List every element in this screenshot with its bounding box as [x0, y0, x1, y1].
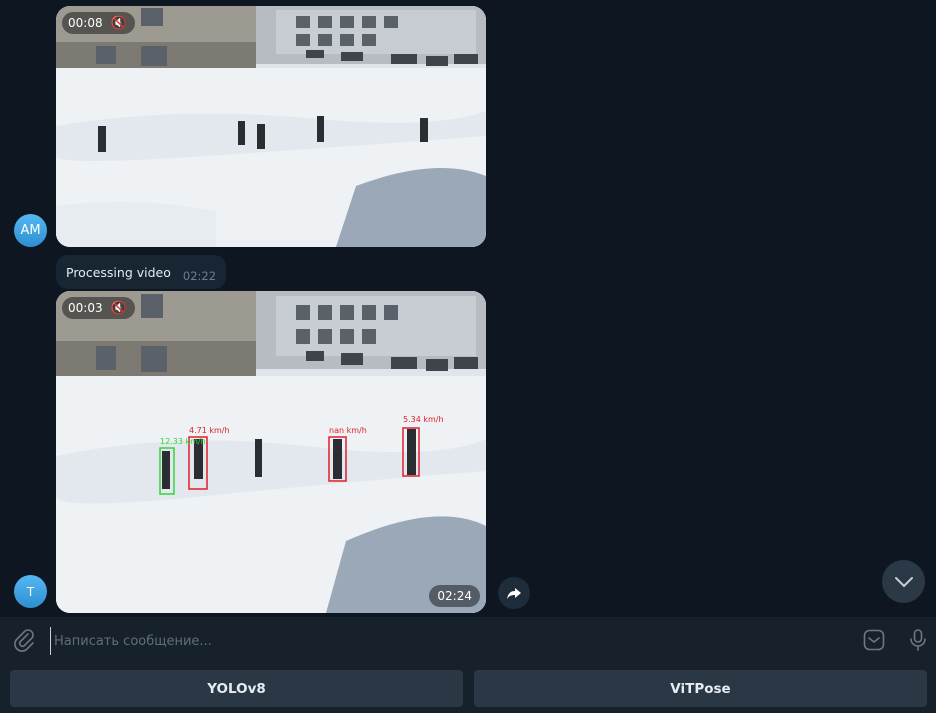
scroll-down-button[interactable] — [882, 560, 925, 603]
share-arrow-icon — [507, 588, 521, 599]
detection-label-green: 12.33 km/h — [160, 437, 206, 446]
detection-label: 5.34 km/h — [403, 415, 444, 424]
message-input[interactable] — [50, 627, 846, 655]
share-button[interactable] — [498, 577, 530, 609]
video-frame-processed: 12.33 km/h 4.71 km/h nan km/h 5.34 km/h — [56, 291, 486, 613]
paperclip-icon[interactable] — [12, 628, 36, 652]
video-message-processed[interactable]: 12.33 km/h 4.71 km/h nan km/h 5.34 km/h … — [56, 291, 486, 613]
message-time: 02:22 — [182, 269, 217, 283]
speaker-muted-icon[interactable]: 🔇 — [111, 16, 127, 31]
video-message-original[interactable]: 00:08 🔇 — [56, 6, 486, 247]
speaker-muted-icon[interactable]: 🔇 — [111, 301, 127, 316]
chat-history[interactable]: 00:08 🔇 AM Processing video 02:22 12.33 … — [0, 0, 936, 617]
message-time: 02:24 — [429, 585, 480, 607]
video-duration: 00:03 — [68, 301, 103, 315]
avatar[interactable]: AM — [14, 214, 47, 247]
vitpose-button[interactable]: ViTPose — [474, 670, 927, 707]
video-duration-badge[interactable]: 00:03 🔇 — [62, 297, 135, 319]
sticker-icon[interactable] — [862, 628, 886, 652]
message-text: Processing video — [66, 264, 171, 280]
video-duration: 00:08 — [68, 16, 103, 30]
detection-label: nan km/h — [329, 426, 367, 435]
reply-keyboard: YOLOv8 ViTPose — [0, 663, 936, 713]
chevron-down-icon — [894, 576, 913, 587]
detection-label: 4.71 km/h — [189, 426, 230, 435]
yolov8-button[interactable]: YOLOv8 — [10, 670, 463, 707]
message-composer — [0, 617, 936, 663]
text-message[interactable]: Processing video 02:22 — [56, 255, 227, 289]
video-duration-badge[interactable]: 00:08 🔇 — [62, 12, 135, 34]
avatar[interactable]: T — [14, 575, 47, 608]
microphone-icon[interactable] — [906, 628, 930, 652]
video-frame-original — [56, 6, 486, 247]
